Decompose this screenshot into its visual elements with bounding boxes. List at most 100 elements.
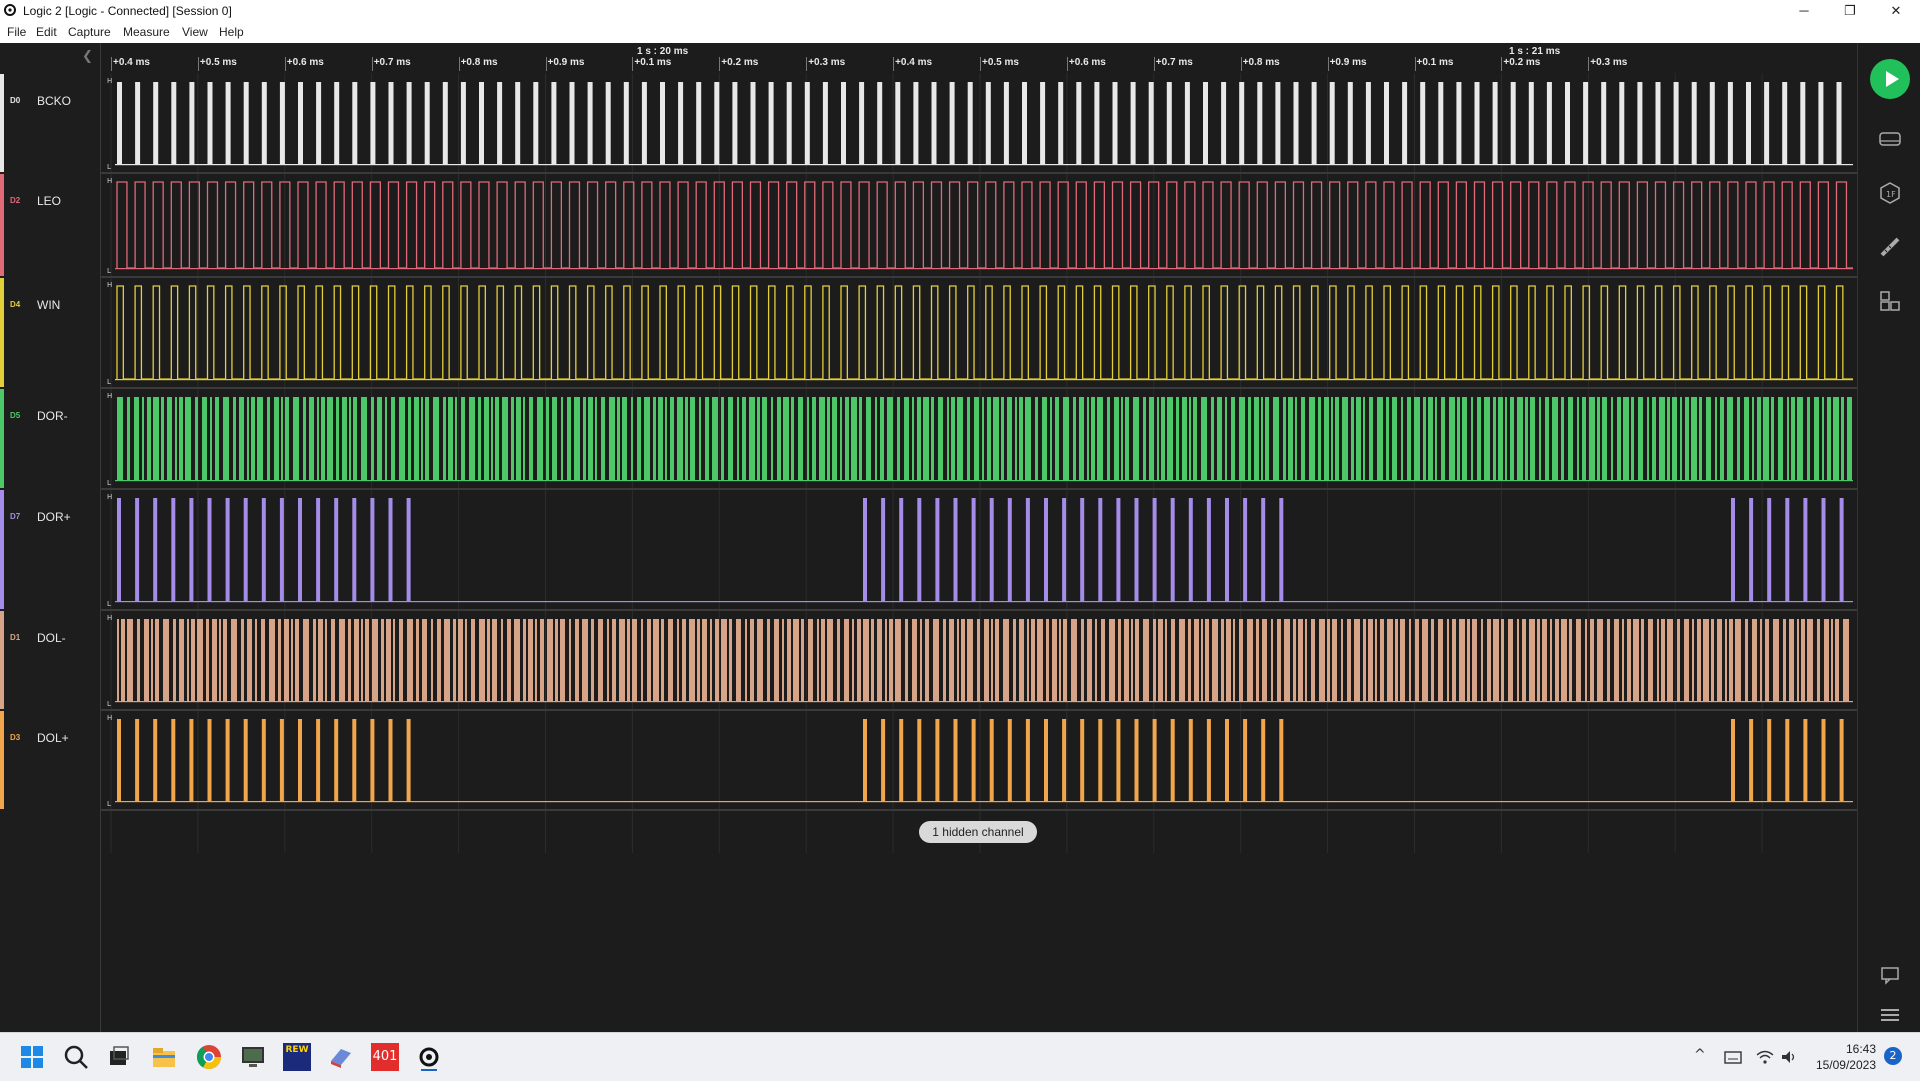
signal-pulse [1044, 719, 1048, 801]
menu-file[interactable]: File [7, 25, 26, 39]
signal-pulse [933, 619, 939, 701]
signal-pulse [1477, 397, 1481, 480]
ruler-tick-line [197, 57, 199, 71]
hidden-channel-button[interactable]: 1 hidden channel [919, 821, 1037, 843]
collapse-panel-icon[interactable]: ❮ [82, 49, 93, 64]
signal-pulse [179, 397, 183, 480]
channel-name[interactable]: BCKO [37, 94, 71, 108]
signal-pulse [484, 397, 489, 480]
channel-name[interactable]: WIN [37, 298, 60, 312]
signal-pulse [953, 498, 958, 601]
signal-pulse [1456, 82, 1462, 164]
tray-chevron-icon[interactable]: ^ [1694, 1047, 1706, 1063]
signal-pulse [1279, 719, 1284, 801]
signal-pulse [677, 619, 679, 701]
file-explorer-icon[interactable] [150, 1043, 178, 1071]
clock-time: 16:43 [1845, 1042, 1876, 1056]
analyzers-icon[interactable] [1878, 127, 1902, 151]
signal-pulse [917, 397, 921, 480]
signal-pulse [866, 397, 871, 480]
signal-pulse [528, 619, 533, 701]
notification-badge[interactable]: 2 [1884, 1047, 1902, 1065]
search-icon[interactable] [62, 1043, 90, 1071]
signal-pulse [448, 397, 453, 480]
signal-pulse [127, 397, 130, 480]
volume-icon[interactable] [1780, 1049, 1798, 1065]
time-ruler[interactable]: +0.4 ms +0.5 ms +0.6 ms +0.7 ms +0.8 ms +0.9 … [101, 43, 1857, 73]
channel-color-bar [0, 278, 4, 387]
menu-edit[interactable]: Edit [36, 25, 57, 39]
channel-name[interactable]: LEO [37, 194, 61, 208]
menu-view[interactable]: View [182, 25, 208, 39]
signal-pulse [605, 82, 611, 164]
signal-pulse [1261, 719, 1266, 801]
logic-icon[interactable] [415, 1043, 443, 1071]
layout-icon[interactable] [1878, 289, 1902, 313]
signal-pulse [195, 397, 198, 480]
menu-measure[interactable]: Measure [123, 25, 170, 39]
channel-name[interactable]: DOR- [37, 409, 68, 423]
signal-pulse [1347, 82, 1353, 164]
signal-pulse [1767, 498, 1772, 601]
start-capture-button[interactable] [1870, 59, 1910, 99]
wifi-icon[interactable] [1756, 1049, 1774, 1065]
signal-pulse [117, 719, 121, 801]
level-low-label: L [107, 700, 111, 708]
signal-pulse [189, 719, 194, 801]
ruler-tick-label: +0.7 ms [373, 57, 411, 68]
signal-pulse [1505, 397, 1507, 480]
monitor-app-icon[interactable] [239, 1043, 267, 1071]
signal-pulse [1576, 619, 1581, 701]
extensions-icon[interactable]: 1F [1878, 181, 1902, 205]
signal-pulse [798, 397, 803, 480]
menu-capture[interactable]: Capture [68, 25, 111, 39]
windows-start-icon[interactable] [18, 1043, 46, 1071]
channel-name[interactable]: DOR+ [37, 510, 71, 524]
menu-icon[interactable] [1878, 1003, 1902, 1027]
signal-pulse [1400, 619, 1405, 701]
signal-pulse [1438, 82, 1444, 164]
channel-row-dolplus[interactable]: D3 DOL+ [0, 711, 100, 809]
ruler-major-label: 1 s : 21 ms [1509, 46, 1561, 57]
signal-pulse [885, 619, 887, 701]
close-button[interactable]: ✕ [1873, 0, 1919, 21]
signal-pulse [491, 397, 493, 480]
channel-row-win[interactable]: D4 WIN [0, 278, 100, 387]
signal-pulse [1063, 619, 1067, 701]
ruler-tick-line [1588, 57, 1590, 71]
channel-row-bcko[interactable]: D0 BCKO [0, 74, 100, 172]
signal-pulse [925, 619, 929, 701]
signal-pulse [407, 619, 413, 701]
menu-help[interactable]: Help [219, 25, 244, 39]
keyboard-icon[interactable] [1724, 1049, 1742, 1065]
signal-pulse [1699, 397, 1702, 480]
signal-pulse [388, 719, 393, 801]
task-view-icon[interactable] [105, 1043, 133, 1071]
system-clock[interactable]: 16:43 15/09/2023 [1806, 1041, 1876, 1073]
signal-pulse [1746, 82, 1751, 164]
channel-row-dorplus[interactable]: D7 DOR+ [0, 490, 100, 609]
signal-pulse [334, 719, 339, 801]
signal-pulse [372, 619, 378, 701]
signal-pulse [1369, 397, 1373, 480]
rew-icon[interactable]: REW [283, 1043, 311, 1071]
measure-icon[interactable] [1878, 235, 1902, 259]
channel-row-dorminus[interactable]: D5 DOR- [0, 389, 100, 488]
signal-pulse [863, 619, 869, 701]
channel-name[interactable]: DOL+ [37, 731, 69, 745]
signal-pulse [1271, 619, 1273, 701]
chrome-icon[interactable] [195, 1043, 223, 1071]
channel-row-leo[interactable]: D2 LEO [0, 174, 100, 276]
signal-pulse [274, 397, 279, 480]
waveform-area[interactable]: HLHLHLHLHLHLHL [101, 73, 1857, 853]
signal-pulse [1431, 619, 1434, 701]
restore-button[interactable]: ❐ [1827, 0, 1873, 21]
signal-pulse [1309, 397, 1315, 480]
app-401-icon[interactable]: 401 [371, 1043, 399, 1071]
minimize-button[interactable]: ─ [1781, 0, 1827, 21]
channel-name[interactable]: DOL- [37, 631, 66, 645]
app-icon[interactable] [327, 1043, 355, 1071]
feedback-icon[interactable] [1878, 963, 1902, 987]
channel-row-dolminus[interactable]: D1 DOL- [0, 611, 100, 709]
signal-pulse [370, 719, 375, 801]
